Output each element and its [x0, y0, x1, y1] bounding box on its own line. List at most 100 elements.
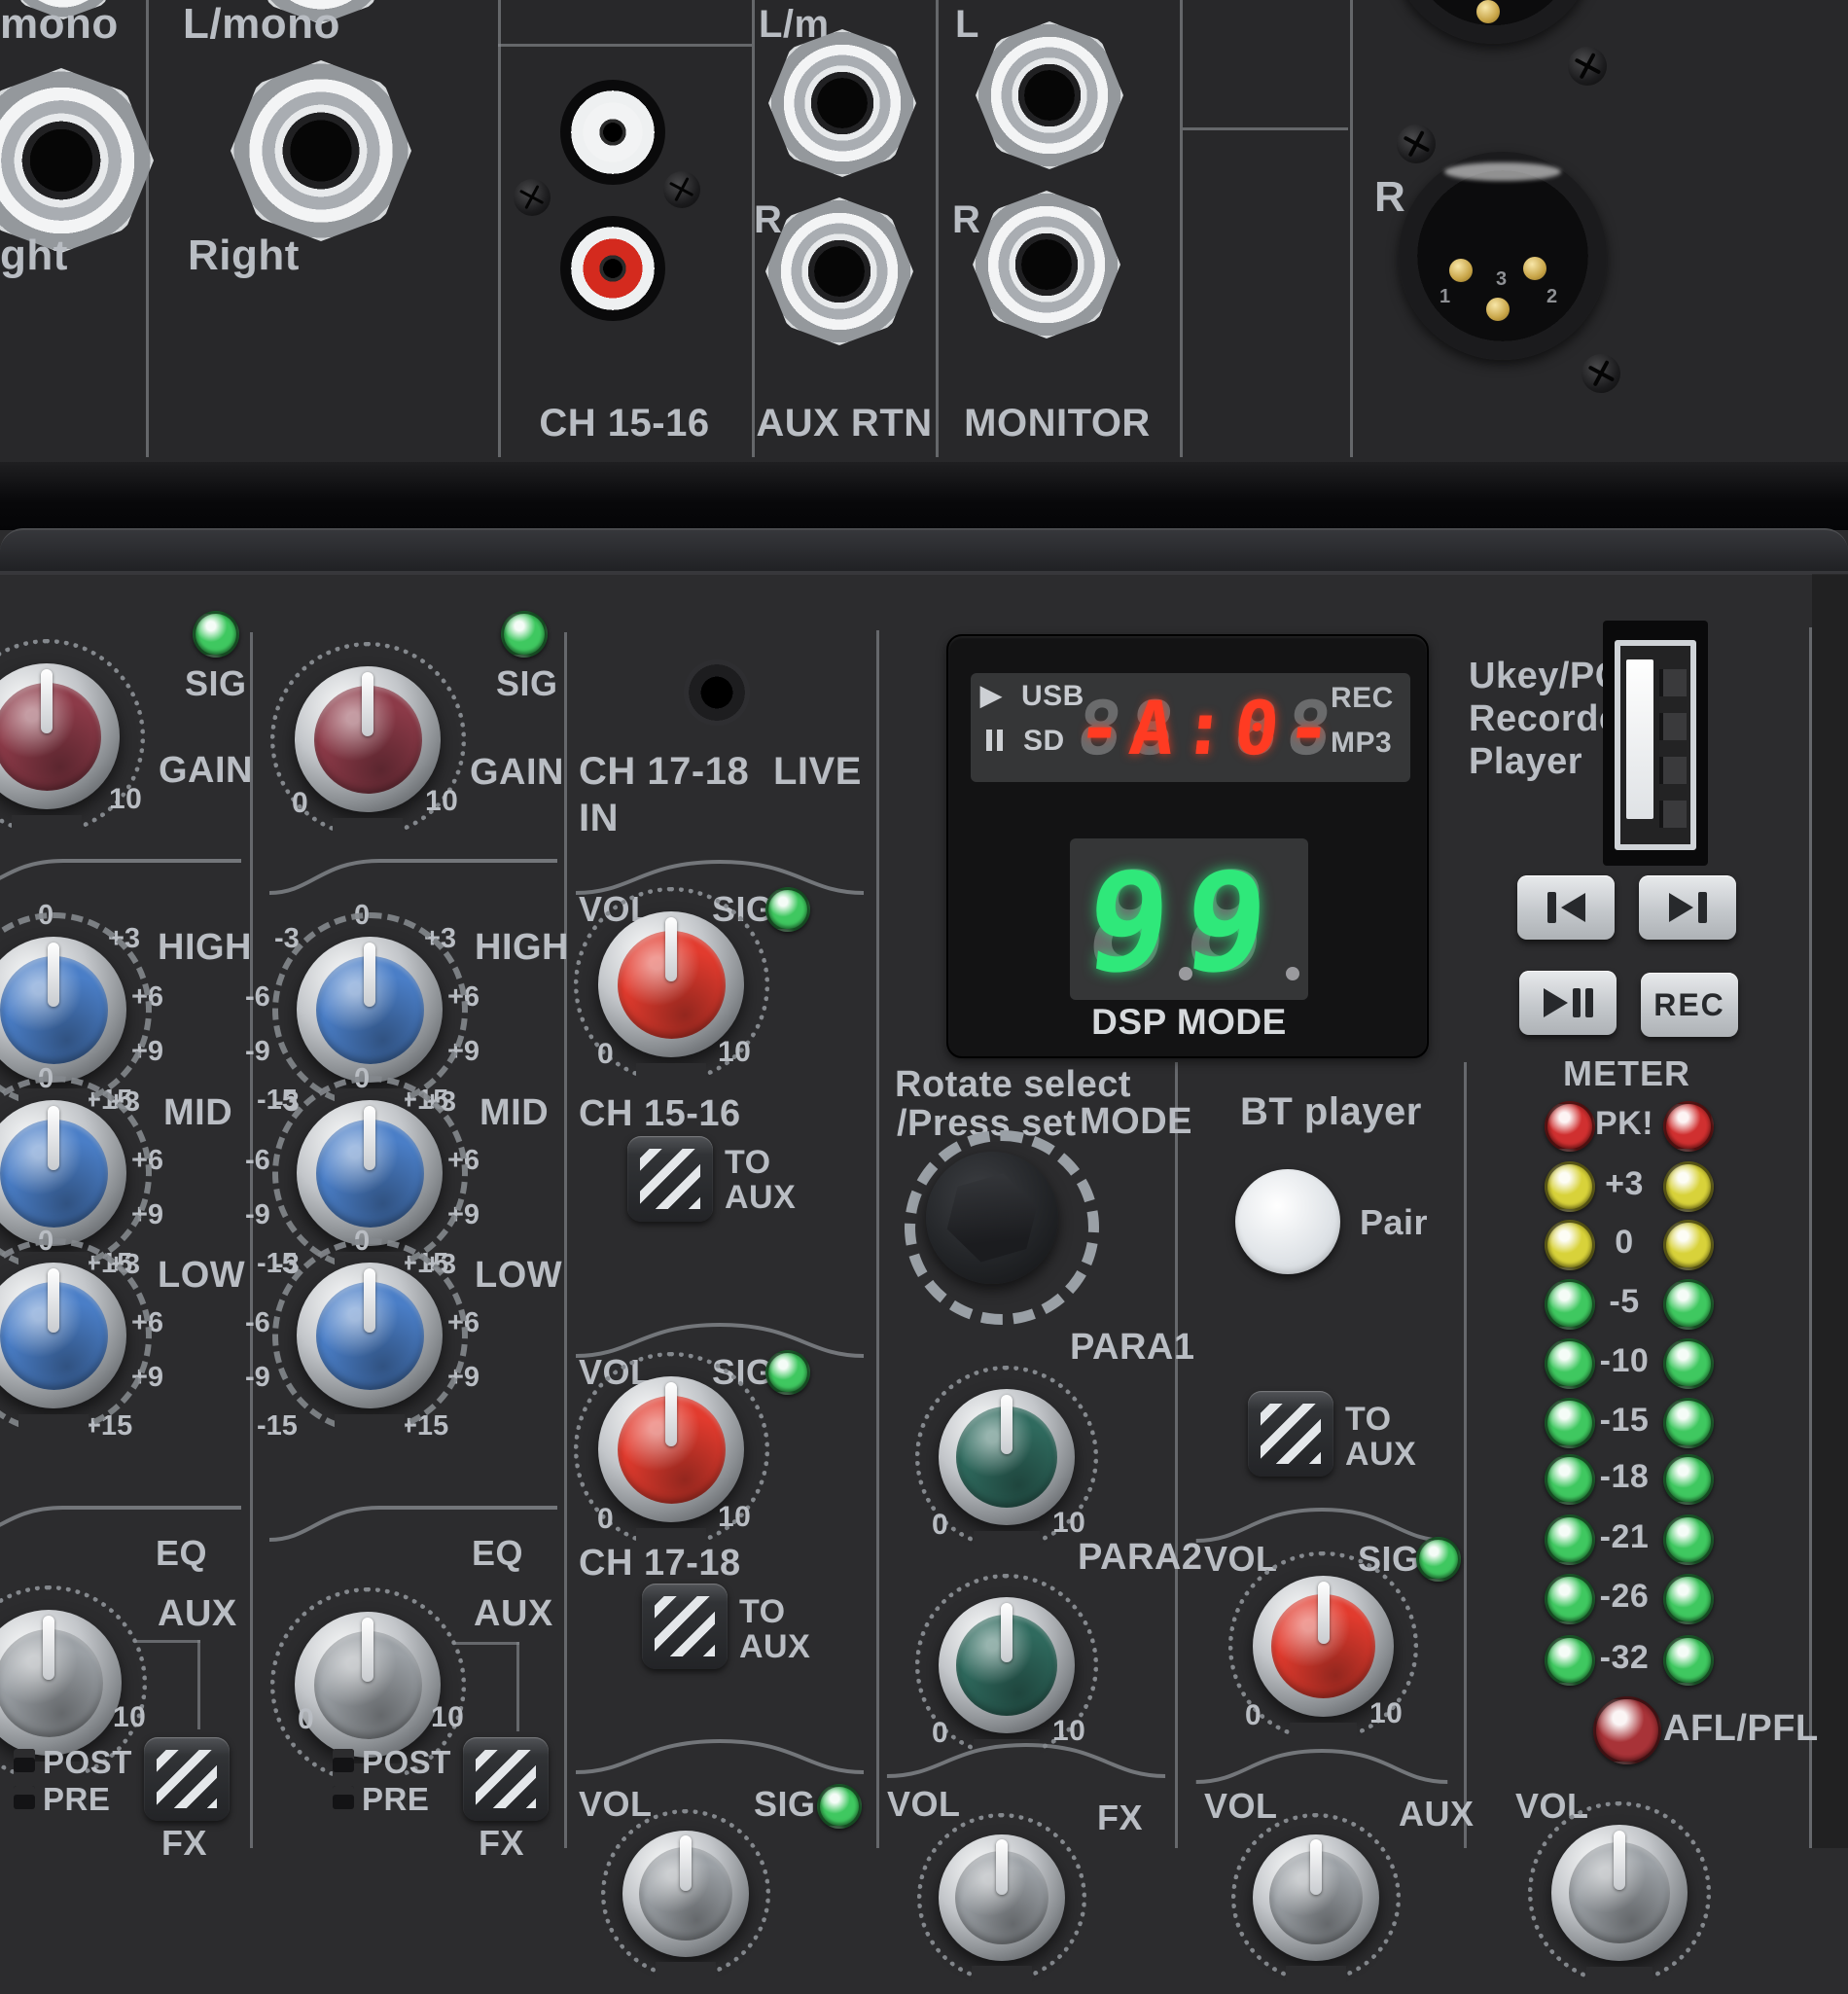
ch1-eq-label: EQ: [156, 1535, 207, 1572]
jack-label: R: [952, 199, 980, 240]
pre-icon: [333, 1786, 354, 1809]
rca-red-jack: [560, 216, 665, 321]
decimal-dot: [1179, 967, 1192, 980]
bt-to-aux-button[interactable]: [1248, 1391, 1333, 1477]
bt-bottom-knob-partial[interactable]: [1253, 1834, 1379, 1961]
ch2-fx-label: FX: [479, 1825, 524, 1862]
rotate-select-label: Rotate select: [895, 1066, 1131, 1105]
ch2-aux-scale-min: 0: [298, 1704, 314, 1735]
meter-led-right: [1663, 1338, 1714, 1389]
divider: [498, 0, 501, 457]
bt-sig-led: [1416, 1537, 1461, 1582]
ch1-mid-label: MID: [163, 1094, 232, 1133]
vol-label: VOL: [1204, 1788, 1278, 1825]
ch2-aux-knob[interactable]: [295, 1612, 441, 1758]
jack-label: ght: [0, 233, 68, 278]
prev-track-button[interactable]: [1517, 875, 1615, 940]
vol-label: VOL: [579, 1786, 653, 1823]
screw: [1568, 47, 1607, 86]
ch2-post-pre-button[interactable]: [463, 1737, 549, 1821]
main-vol-knob-partial[interactable]: [1551, 1825, 1688, 1961]
fx-vol-knob-partial[interactable]: [939, 1834, 1065, 1961]
vol-bracket: [574, 1737, 866, 1776]
ch2-mid-knob[interactable]: [297, 1100, 443, 1246]
meter-led-right: [1663, 1101, 1714, 1152]
screw: [514, 179, 551, 216]
screw: [1397, 125, 1436, 163]
ch1-mid-knob[interactable]: [0, 1100, 126, 1246]
bottom-vol-knob-partial[interactable]: [622, 1831, 749, 1957]
meter-row-label: -10: [1585, 1344, 1663, 1379]
xlr-pin-number: 1: [1439, 286, 1450, 308]
ch1718-in-title: CH 17-18: [579, 751, 749, 792]
ukey-label-line3: Player: [1469, 743, 1582, 782]
bt-player-title: BT player: [1240, 1091, 1422, 1132]
meter-led-right: [1663, 1279, 1714, 1330]
ch1-sig-led: [193, 611, 239, 658]
ch1-post-pre-button[interactable]: [144, 1737, 230, 1821]
aux-wire: [134, 1640, 200, 1643]
meter-row-label: +3: [1585, 1167, 1663, 1202]
meter-row-label: -26: [1585, 1580, 1663, 1615]
right-input-jack: [231, 60, 411, 241]
screw: [1581, 354, 1620, 393]
ch1-low-knob[interactable]: [0, 1263, 126, 1408]
transport-display-value: -A:0-: [1073, 685, 1343, 771]
xlr-pin-2: [1523, 257, 1546, 280]
ch2-aux-label: AUX: [474, 1595, 553, 1634]
divider: [498, 44, 752, 47]
ch1-aux-knob[interactable]: [0, 1610, 122, 1756]
live-label: LIVE: [773, 751, 862, 792]
meter-row-label: -21: [1585, 1520, 1663, 1555]
meter-row-label: PK!: [1585, 1107, 1663, 1142]
ch2-high-label: HIGH: [475, 929, 569, 968]
panel-bezel: [0, 462, 1848, 530]
ch1516-vol-sig-led: [765, 887, 810, 932]
prev-triangle: [1561, 893, 1585, 922]
ch2-gain-knob[interactable]: [295, 666, 441, 812]
ch2-mid-label: MID: [480, 1094, 549, 1133]
ch2-high-knob[interactable]: [297, 937, 443, 1083]
bt-pair-button[interactable]: [1235, 1169, 1340, 1274]
ch2-pre-label: PRE: [362, 1783, 429, 1817]
rec-button[interactable]: REC: [1641, 973, 1738, 1037]
play-pause-button[interactable]: [1519, 971, 1617, 1035]
ch1516-to-aux-button[interactable]: [627, 1136, 713, 1222]
post-icon: [333, 1749, 354, 1772]
next-triangle: [1669, 893, 1693, 922]
aux-rtn-l-jack: [768, 29, 916, 177]
ch2-low-knob[interactable]: [297, 1263, 443, 1408]
vol-bracket: [1194, 1747, 1449, 1786]
ch2-sig-led: [501, 611, 548, 658]
para1-knob[interactable]: [939, 1389, 1075, 1525]
fx-label: FX: [1097, 1799, 1143, 1836]
xlr-pin-number: 3: [1496, 268, 1507, 291]
ch1-gain-knob[interactable]: [0, 663, 120, 809]
next-track-button[interactable]: [1639, 875, 1736, 940]
xlr-label: R: [1374, 175, 1405, 220]
ch1-low-scale: 0+3+6+9+15-3-15: [0, 1226, 170, 1449]
para2-knob[interactable]: [939, 1597, 1075, 1733]
aux-wire: [516, 1642, 519, 1731]
rca-white-jack: [560, 80, 665, 185]
divider: [1464, 1062, 1467, 1848]
aux-wire: [197, 1640, 200, 1729]
bt-vol-knob[interactable]: [1253, 1576, 1394, 1717]
mixer-photo: { "back": { "mono_cut": "mono", "ght_cut…: [0, 0, 1848, 1848]
ch1-high-knob[interactable]: [0, 937, 126, 1083]
ch1-aux-label: AUX: [158, 1595, 237, 1634]
ch1718-to-aux-button[interactable]: [642, 1584, 728, 1669]
scale-min: 0: [1245, 1700, 1262, 1731]
ch2-aux-scale-max: 10: [431, 1702, 464, 1733]
divider: [876, 630, 879, 1848]
pre-icon: [14, 1786, 35, 1809]
ch1-post-label: POST: [43, 1746, 132, 1780]
usb-port[interactable]: [1603, 621, 1708, 866]
screw: [663, 171, 700, 208]
vol-bracket: [885, 1741, 1167, 1780]
divider: [146, 0, 149, 457]
xlr-pin-3: [1486, 298, 1510, 321]
mode-encoder[interactable]: [926, 1152, 1058, 1284]
xlr-r-output: 1 3 2: [1399, 152, 1607, 360]
rec-button-label: REC: [1653, 987, 1725, 1023]
